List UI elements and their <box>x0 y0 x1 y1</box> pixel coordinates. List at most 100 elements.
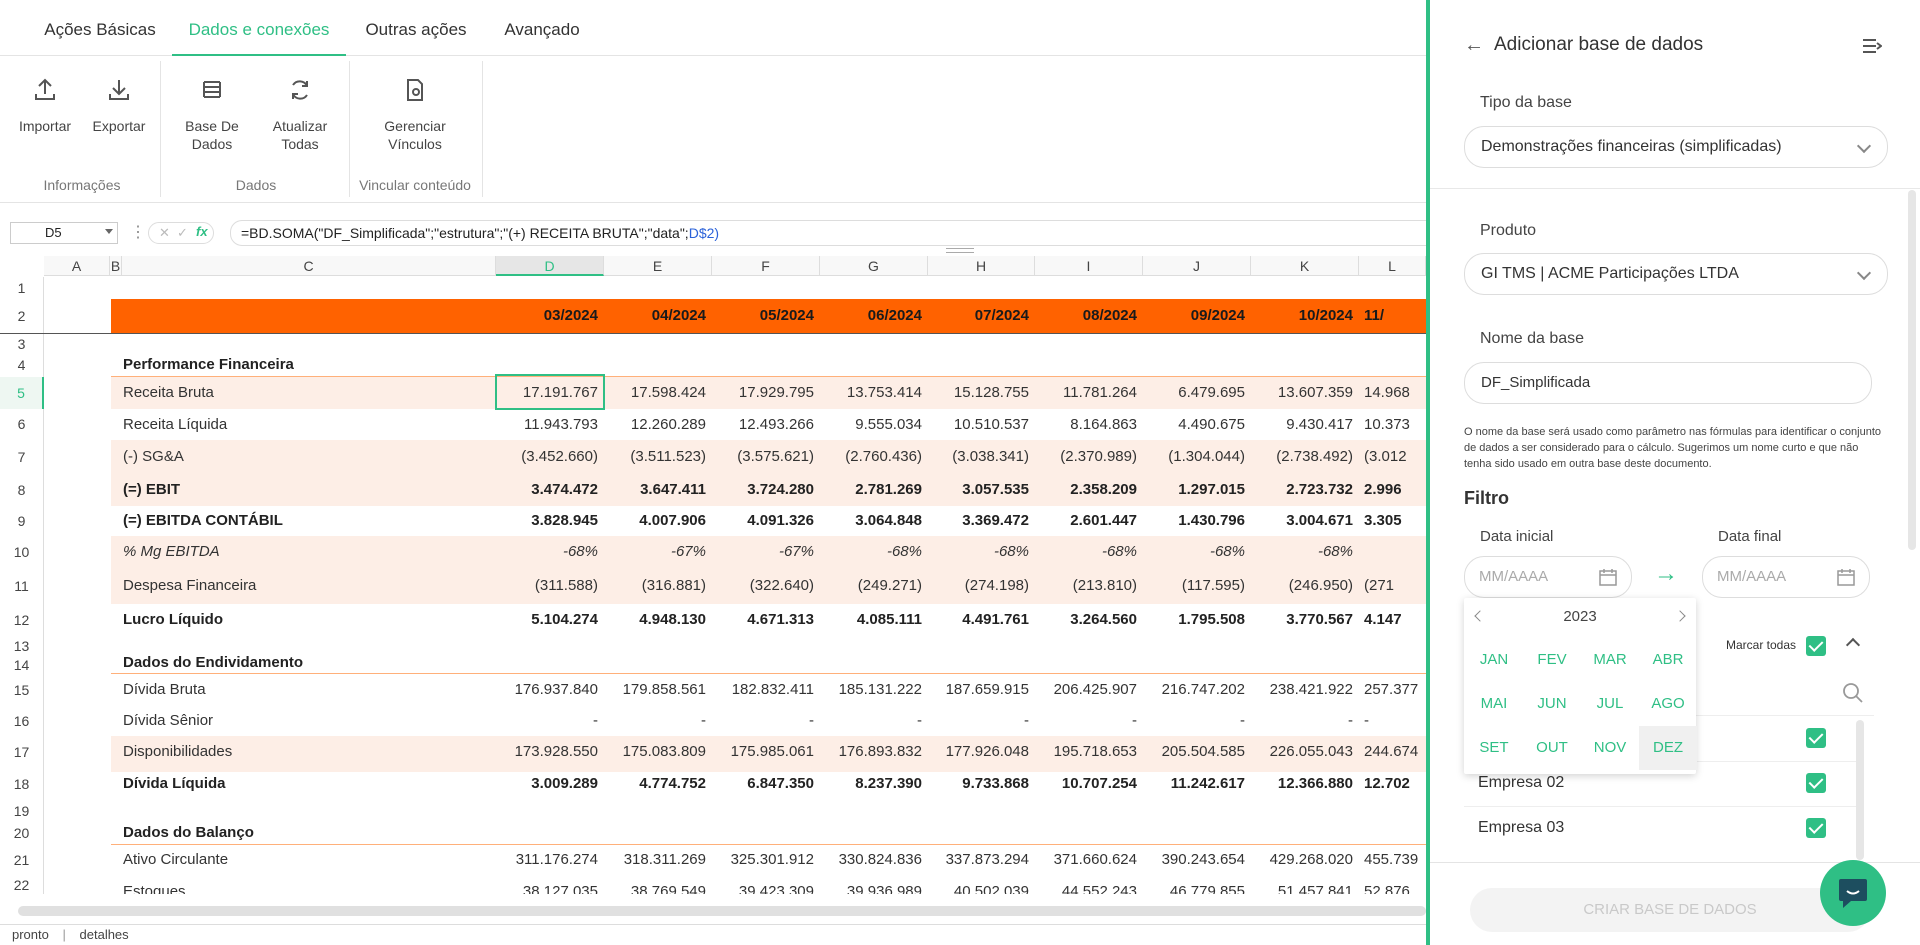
month-option[interactable]: MAI <box>1465 682 1523 726</box>
month-option[interactable]: DEZ <box>1639 726 1697 770</box>
month-option[interactable]: AGO <box>1639 682 1697 726</box>
table-cell[interactable]: - <box>1145 706 1245 736</box>
table-cell[interactable]: 175.083.809 <box>606 736 706 768</box>
table-cell[interactable]: 3.770.567 <box>1253 604 1353 636</box>
row-label[interactable]: Despesa Financeira <box>123 568 256 604</box>
row-header[interactable]: 22 <box>0 876 44 894</box>
tab-avancado[interactable]: Avançado <box>494 0 590 56</box>
month-option[interactable]: FEV <box>1523 638 1581 682</box>
database-button[interactable]: Base De Dados <box>176 77 248 153</box>
confirm-icon[interactable]: ✓ <box>177 225 188 241</box>
select-all-checkbox[interactable] <box>1806 636 1826 656</box>
table-cell[interactable]: 12.493.266 <box>714 409 814 440</box>
date-header-cell[interactable]: 09/2024 <box>1145 299 1245 333</box>
table-cell[interactable]: 3.064.848 <box>822 506 922 536</box>
table-cell[interactable]: 371.660.624 <box>1037 844 1137 876</box>
month-option[interactable]: MAR <box>1581 638 1639 682</box>
column-header[interactable]: E <box>604 256 712 276</box>
table-cell[interactable]: 195.718.653 <box>1037 736 1137 768</box>
table-cell[interactable]: (274.198) <box>929 568 1029 604</box>
start-date-input[interactable]: MM/AAAA <box>1464 556 1632 598</box>
column-header[interactable]: A <box>44 256 110 276</box>
company-item[interactable]: Empresa 02 <box>1478 774 1564 792</box>
table-cell[interactable]: 311.176.274 <box>498 844 598 876</box>
table-cell[interactable]: 429.268.020 <box>1253 844 1353 876</box>
row-header[interactable]: 19 <box>0 800 44 822</box>
date-header-cell[interactable]: 08/2024 <box>1037 299 1137 333</box>
row-header[interactable]: 12 <box>0 604 44 636</box>
table-cell[interactable]: 17.929.795 <box>714 377 814 409</box>
table-cell[interactable]: 238.421.922 <box>1253 674 1353 706</box>
table-cell[interactable]: 8.237.390 <box>822 768 922 800</box>
column-header[interactable]: I <box>1035 256 1143 276</box>
table-cell[interactable]: 455.739 <box>1364 844 1426 876</box>
table-cell[interactable]: 11.943.793 <box>498 409 598 440</box>
name-box[interactable]: D5 <box>10 222 118 244</box>
table-cell[interactable]: -68% <box>822 536 922 568</box>
table-cell[interactable]: -68% <box>1253 536 1353 568</box>
row-label[interactable]: Lucro Líquido <box>123 604 223 636</box>
table-cell[interactable]: (322.640) <box>714 568 814 604</box>
table-cell[interactable]: 2.996 <box>1364 474 1426 506</box>
table-cell[interactable]: (316.881) <box>606 568 706 604</box>
table-cell[interactable]: 173.928.550 <box>498 736 598 768</box>
table-cell[interactable]: 325.301.912 <box>714 844 814 876</box>
table-cell[interactable]: 17.598.424 <box>606 377 706 409</box>
row-header[interactable]: 11 <box>0 568 44 604</box>
end-date-input[interactable]: MM/AAAA <box>1702 556 1870 598</box>
table-cell[interactable]: (246.950) <box>1253 568 1353 604</box>
section-title[interactable]: Performance Financeira <box>123 354 294 376</box>
table-cell[interactable]: 176.893.832 <box>822 736 922 768</box>
month-option[interactable]: JUN <box>1523 682 1581 726</box>
table-cell[interactable]: 179.858.561 <box>606 674 706 706</box>
table-cell[interactable]: 9.430.417 <box>1253 409 1353 440</box>
table-cell[interactable]: 4.147 <box>1364 604 1426 636</box>
table-cell[interactable]: 3.264.560 <box>1037 604 1137 636</box>
tab-dados-conexoes[interactable]: Dados e conexões <box>172 0 346 56</box>
section-title[interactable]: Dados do Endividamento <box>123 652 303 674</box>
row-header[interactable]: 17 <box>0 736 44 768</box>
table-cell[interactable]: 39.936.989 <box>822 876 922 894</box>
collapse-panel-icon[interactable] <box>1862 38 1882 54</box>
company-checkbox[interactable] <box>1806 773 1826 793</box>
table-cell[interactable]: 17.191.767 <box>498 377 598 409</box>
column-header[interactable]: C <box>122 256 496 276</box>
table-cell[interactable]: (249.271) <box>822 568 922 604</box>
table-cell[interactable]: - <box>929 706 1029 736</box>
table-cell[interactable]: (3.038.341) <box>929 440 1029 474</box>
company-checkbox[interactable] <box>1806 728 1826 748</box>
table-cell[interactable]: - <box>822 706 922 736</box>
table-cell[interactable]: 1.297.015 <box>1145 474 1245 506</box>
table-cell[interactable]: 5.104.274 <box>498 604 598 636</box>
row-header[interactable]: 13 <box>0 636 44 656</box>
table-cell[interactable]: 175.985.061 <box>714 736 814 768</box>
table-cell[interactable]: (311.588) <box>498 568 598 604</box>
company-item[interactable]: Empresa 03 <box>1478 819 1564 837</box>
horizontal-scrollbar[interactable] <box>18 906 1426 916</box>
row-label[interactable]: Disponibilidades <box>123 736 232 768</box>
table-cell[interactable]: 12.260.289 <box>606 409 706 440</box>
table-cell[interactable]: -67% <box>714 536 814 568</box>
column-header[interactable]: F <box>712 256 820 276</box>
table-cell[interactable]: 52.876 <box>1364 876 1426 894</box>
table-cell[interactable]: 4.774.752 <box>606 768 706 800</box>
table-cell[interactable]: (3.012 <box>1364 440 1426 474</box>
table-cell[interactable]: 12.366.880 <box>1253 768 1353 800</box>
column-header[interactable]: L <box>1359 256 1426 276</box>
table-cell[interactable]: 4.007.906 <box>606 506 706 536</box>
table-cell[interactable]: 12.702 <box>1364 768 1426 800</box>
tipo-select[interactable]: Demonstrações financeiras (simplificadas… <box>1464 126 1888 168</box>
chevron-up-icon[interactable] <box>1845 637 1861 653</box>
table-cell[interactable]: (3.575.621) <box>714 440 814 474</box>
table-cell[interactable]: 216.747.202 <box>1145 674 1245 706</box>
row-label[interactable]: Estoques <box>123 876 186 894</box>
table-cell[interactable]: 10.707.254 <box>1037 768 1137 800</box>
row-label[interactable]: Dívida Sênior <box>123 706 213 736</box>
table-cell[interactable]: 176.937.840 <box>498 674 598 706</box>
cancel-icon[interactable]: ✕ <box>159 225 170 241</box>
company-checkbox[interactable] <box>1806 818 1826 838</box>
table-cell[interactable]: 11.242.617 <box>1145 768 1245 800</box>
table-cell[interactable]: 187.659.915 <box>929 674 1029 706</box>
row-header[interactable]: 6 <box>0 409 44 440</box>
table-cell[interactable]: (2.370.989) <box>1037 440 1137 474</box>
